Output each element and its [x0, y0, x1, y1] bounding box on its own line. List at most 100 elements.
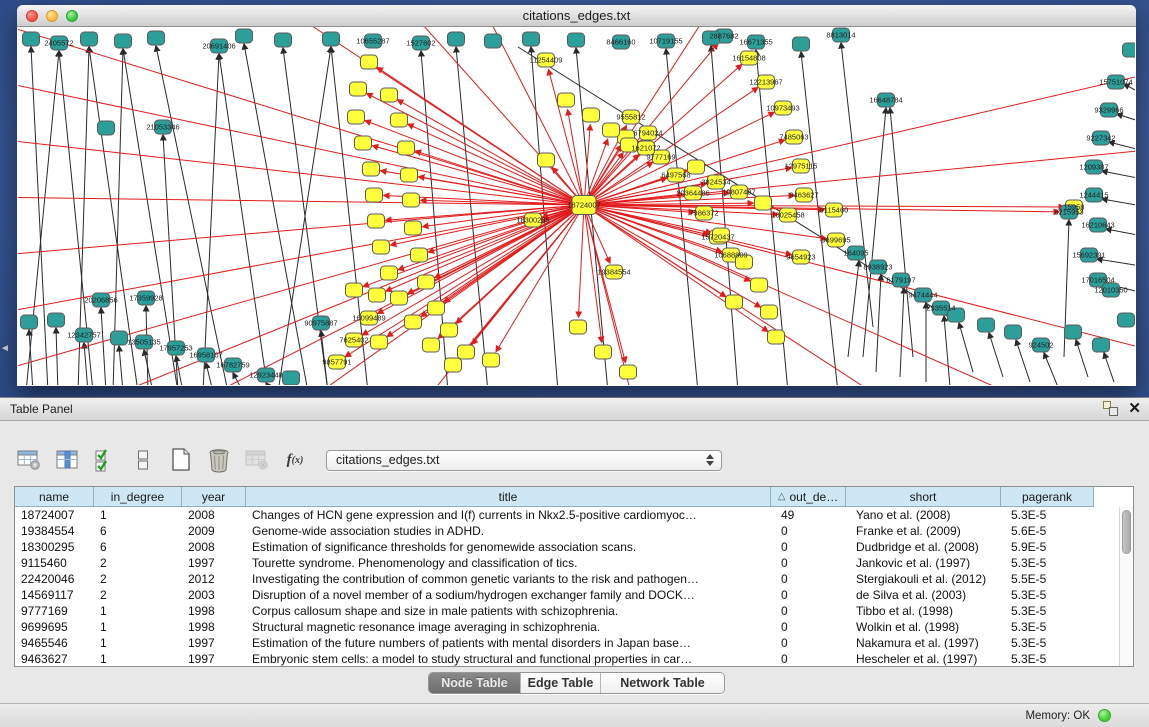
graph-node[interactable]	[111, 331, 128, 345]
graph-node[interactable]	[445, 358, 462, 372]
show-column-icon[interactable]	[54, 447, 80, 473]
table-row[interactable]: 946554611997Estimation of the future num…	[15, 635, 1119, 651]
graph-node[interactable]	[346, 283, 363, 297]
table-cell[interactable]: Disruption of a novel member of a sodium…	[246, 587, 771, 603]
graph-node[interactable]	[405, 221, 422, 235]
graph-node[interactable]	[368, 214, 385, 228]
table-cell[interactable]: 1	[94, 651, 182, 666]
table-cell[interactable]: 2012	[182, 571, 246, 587]
table-cell[interactable]: 2003	[182, 587, 246, 603]
table-cell[interactable]: Dudbridge et al. (2008)	[846, 539, 1001, 555]
graph-node[interactable]	[98, 121, 115, 135]
table-row[interactable]: 911546021997Tourette syndrome. Phenomeno…	[15, 555, 1119, 571]
table-cell[interactable]: 5.3E-5	[1001, 619, 1094, 635]
table-cell[interactable]: 5.6E-5	[1001, 523, 1094, 539]
table-cell[interactable]: 0	[771, 523, 846, 539]
graph-node[interactable]	[348, 110, 365, 124]
table-row[interactable]: 2242004622012Investigating the contribut…	[15, 571, 1119, 587]
graph-node[interactable]	[568, 33, 585, 47]
function-builder-icon[interactable]: f(x)	[282, 447, 308, 473]
table-cell[interactable]: 1998	[182, 603, 246, 619]
graph-node[interactable]	[391, 291, 408, 305]
graph-node[interactable]	[405, 315, 422, 329]
table-cell[interactable]: 1	[94, 507, 182, 523]
graph-node[interactable]	[398, 141, 415, 155]
graph-node[interactable]	[595, 345, 612, 359]
table-cell[interactable]: 0	[771, 635, 846, 651]
table-cell[interactable]: Genome-wide association studies in ADHD.	[246, 523, 771, 539]
graph-node[interactable]	[1118, 313, 1135, 327]
graph-node[interactable]	[1005, 325, 1022, 339]
table-cell[interactable]: Estimation of the future numbers of pati…	[246, 635, 771, 651]
column-header-short[interactable]: short	[846, 487, 1001, 507]
table-cell[interactable]: Hescheler et al. (1997)	[846, 651, 1001, 666]
network-window-titlebar[interactable]: citations_edges.txt	[17, 5, 1136, 27]
table-cell[interactable]: 1	[94, 635, 182, 651]
network-graph-canvas[interactable]: 1872400728876821615480812213967109734937…	[18, 27, 1135, 385]
graph-node[interactable]	[401, 168, 418, 182]
graph-node[interactable]	[363, 162, 380, 176]
table-cell[interactable]: 0	[771, 619, 846, 635]
table-row[interactable]: 1456911722003Disruption of a novel membe…	[15, 587, 1119, 603]
graph-node[interactable]	[448, 32, 465, 46]
graph-node[interactable]	[1065, 325, 1082, 339]
graph-node[interactable]	[381, 88, 398, 102]
graph-node[interactable]	[350, 82, 367, 96]
graph-node[interactable]	[369, 288, 386, 302]
table-cell[interactable]: de Silva et al. (2003)	[846, 587, 1001, 603]
table-cell[interactable]: 19384554	[15, 523, 94, 539]
table-cell[interactable]: 0	[771, 603, 846, 619]
table-cell[interactable]: 5.3E-5	[1001, 507, 1094, 523]
graph-node[interactable]	[428, 301, 445, 315]
graph-node[interactable]	[81, 32, 98, 46]
table-cell[interactable]: Wolkin et al. (1998)	[846, 619, 1001, 635]
graph-node[interactable]	[726, 295, 743, 309]
column-header-year[interactable]: year	[182, 487, 246, 507]
table-cell[interactable]: 5.3E-5	[1001, 651, 1094, 666]
graph-node[interactable]	[793, 37, 810, 51]
table-row[interactable]: 1938455462009Genome-wide association stu…	[15, 523, 1119, 539]
table-cell[interactable]: 0	[771, 651, 846, 666]
table-cell[interactable]: 18300295	[15, 539, 94, 555]
graph-node[interactable]	[978, 318, 995, 332]
table-row[interactable]: 969969511998Structural magnetic resonanc…	[15, 619, 1119, 635]
table-cell[interactable]: 2	[94, 571, 182, 587]
table-row[interactable]: 1872400712008Changes of HCN gene express…	[15, 507, 1119, 523]
graph-node[interactable]	[283, 371, 300, 385]
network-window[interactable]: citations_edges.txt 1872400728	[17, 5, 1136, 386]
table-row[interactable]: 1830029562008Estimation of significance …	[15, 539, 1119, 555]
column-header-name[interactable]: name	[15, 487, 94, 507]
graph-node[interactable]	[323, 32, 340, 46]
graph-node[interactable]	[48, 313, 65, 327]
column-header-pagerank[interactable]: pagerank	[1001, 487, 1094, 507]
graph-node[interactable]	[603, 123, 620, 137]
table-cell[interactable]: 6	[94, 523, 182, 539]
table-cell[interactable]: Tourette syndrome. Phenomenology and cla…	[246, 555, 771, 571]
scrollbar-thumb[interactable]	[1122, 510, 1131, 554]
table-cell[interactable]: 18724007	[15, 507, 94, 523]
graph-node[interactable]	[768, 330, 785, 344]
table-cell[interactable]: 1	[94, 619, 182, 635]
table-cell[interactable]: 9463627	[15, 651, 94, 666]
tab-edge-table[interactable]: Edge Table	[521, 673, 601, 693]
table-cell[interactable]: 9465546	[15, 635, 94, 651]
table-cell[interactable]: Stergiakouli et al. (2012)	[846, 571, 1001, 587]
graph-node[interactable]	[391, 113, 408, 127]
graph-node[interactable]	[523, 32, 540, 46]
table-cell[interactable]: 2	[94, 555, 182, 571]
graph-node[interactable]	[620, 365, 637, 379]
graph-node[interactable]	[411, 248, 428, 262]
table-cell[interactable]: Jankovic et al. (1997)	[846, 555, 1001, 571]
table-cell[interactable]: 14569117	[15, 587, 94, 603]
graph-node[interactable]	[23, 32, 40, 46]
table-cell[interactable]: 5.3E-5	[1001, 555, 1094, 571]
graph-node[interactable]	[755, 196, 772, 210]
new-file-icon[interactable]	[168, 447, 194, 473]
table-cell[interactable]: 1997	[182, 635, 246, 651]
graph-node[interactable]	[583, 108, 600, 122]
table-cell[interactable]: Tibbo et al. (1998)	[846, 603, 1001, 619]
table-cell[interactable]: 5.5E-5	[1001, 571, 1094, 587]
table-cell[interactable]: 1997	[182, 555, 246, 571]
table-cell[interactable]: Nakamura et al. (1997)	[846, 635, 1001, 651]
select-all-icon[interactable]	[92, 447, 118, 473]
